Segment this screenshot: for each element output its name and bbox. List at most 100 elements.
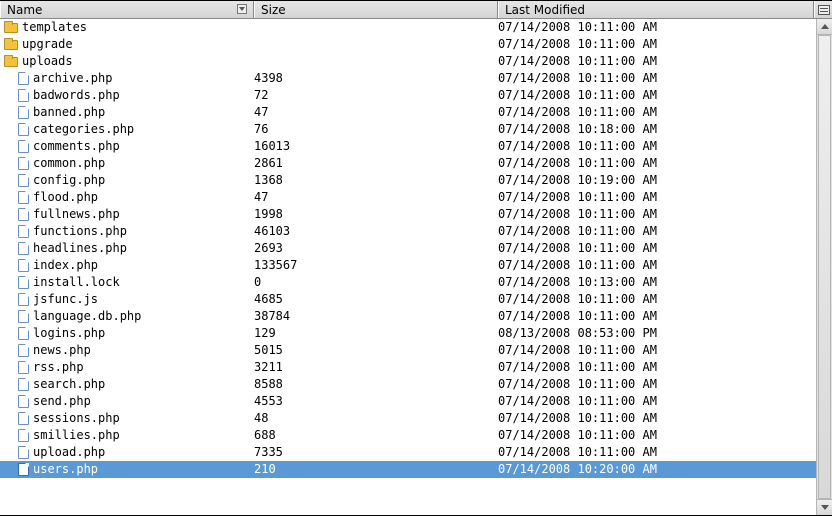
list-item[interactable]: templates07/14/2008 10:11:00 AM <box>0 19 816 36</box>
cell-size: 72 <box>254 87 498 104</box>
file-name: flood.php <box>33 189 98 206</box>
file-name: rss.php <box>33 359 84 376</box>
column-header-modified[interactable]: Last Modified <box>498 1 814 18</box>
list-item[interactable]: archive.php439807/14/2008 10:11:00 AM <box>0 70 816 87</box>
file-icon <box>18 327 29 340</box>
file-icon <box>18 378 29 391</box>
list-item[interactable]: headlines.php269307/14/2008 10:11:00 AM <box>0 240 816 257</box>
file-name: templates <box>22 19 87 36</box>
cell-size: 688 <box>254 427 498 444</box>
list-item[interactable]: logins.php12908/13/2008 08:53:00 PM <box>0 325 816 342</box>
cell-size: 76 <box>254 121 498 138</box>
scrollbar-thumb[interactable] <box>818 35 831 499</box>
column-header-name[interactable]: Name <box>0 1 254 18</box>
cell-modified: 07/14/2008 10:11:00 AM <box>498 359 816 376</box>
cell-size: 7335 <box>254 444 498 461</box>
list-item[interactable]: comments.php1601307/14/2008 10:11:00 AM <box>0 138 816 155</box>
list-item[interactable]: smillies.php68807/14/2008 10:11:00 AM <box>0 427 816 444</box>
cell-name: categories.php <box>0 121 254 138</box>
cell-modified: 07/14/2008 10:11:00 AM <box>498 342 816 359</box>
cell-modified: 07/14/2008 10:11:00 AM <box>498 70 816 87</box>
cell-size: 38784 <box>254 308 498 325</box>
cell-modified: 07/14/2008 10:11:00 AM <box>498 291 816 308</box>
list-item[interactable]: news.php501507/14/2008 10:11:00 AM <box>0 342 816 359</box>
list-item[interactable]: fullnews.php199807/14/2008 10:11:00 AM <box>0 206 816 223</box>
cell-modified: 07/14/2008 10:11:00 AM <box>498 138 816 155</box>
file-name: logins.php <box>33 325 105 342</box>
scroll-down-button[interactable] <box>817 499 832 515</box>
file-name: banned.php <box>33 104 105 121</box>
list-body: templates07/14/2008 10:11:00 AMupgrade07… <box>0 19 832 515</box>
column-header-size[interactable]: Size <box>254 1 498 18</box>
list-item[interactable]: rss.php321107/14/2008 10:11:00 AM <box>0 359 816 376</box>
file-icon <box>18 463 29 476</box>
cell-size: 210 <box>254 461 498 478</box>
list-item[interactable]: banned.php4707/14/2008 10:11:00 AM <box>0 104 816 121</box>
file-icon <box>18 344 29 357</box>
list-item[interactable]: badwords.php7207/14/2008 10:11:00 AM <box>0 87 816 104</box>
cell-size: 2861 <box>254 155 498 172</box>
file-icon <box>18 72 29 85</box>
column-header-modified-label: Last Modified <box>505 3 585 17</box>
cell-modified: 07/14/2008 10:11:00 AM <box>498 87 816 104</box>
cell-modified: 07/14/2008 10:11:00 AM <box>498 155 816 172</box>
scroll-up-button[interactable] <box>817 19 832 35</box>
file-name: fullnews.php <box>33 206 120 223</box>
column-chooser-button[interactable] <box>814 1 832 18</box>
file-icon <box>18 293 29 306</box>
file-name: config.php <box>33 172 105 189</box>
list-item[interactable]: search.php858807/14/2008 10:11:00 AM <box>0 376 816 393</box>
file-name: index.php <box>33 257 98 274</box>
cell-name: index.php <box>0 257 254 274</box>
cell-modified: 07/14/2008 10:18:00 AM <box>498 121 816 138</box>
list-item[interactable]: categories.php7607/14/2008 10:18:00 AM <box>0 121 816 138</box>
cell-modified: 08/13/2008 08:53:00 PM <box>498 325 816 342</box>
file-list[interactable]: templates07/14/2008 10:11:00 AMupgrade07… <box>0 19 816 515</box>
file-icon <box>18 89 29 102</box>
cell-name: upgrade <box>0 36 254 53</box>
scrollbar-track[interactable] <box>817 35 832 499</box>
cell-size <box>254 19 498 36</box>
file-name: upgrade <box>22 36 73 53</box>
file-icon <box>18 123 29 136</box>
cell-modified: 07/14/2008 10:11:00 AM <box>498 393 816 410</box>
file-name: language.db.php <box>33 308 141 325</box>
cell-name: smillies.php <box>0 427 254 444</box>
cell-size <box>254 36 498 53</box>
cell-modified: 07/14/2008 10:20:00 AM <box>498 461 816 478</box>
cell-size <box>254 53 498 70</box>
file-icon <box>18 191 29 204</box>
list-item[interactable]: language.db.php3878407/14/2008 10:11:00 … <box>0 308 816 325</box>
list-item[interactable]: sessions.php4807/14/2008 10:11:00 AM <box>0 410 816 427</box>
list-item[interactable]: config.php136807/14/2008 10:19:00 AM <box>0 172 816 189</box>
list-item[interactable]: common.php286107/14/2008 10:11:00 AM <box>0 155 816 172</box>
file-name: news.php <box>33 342 91 359</box>
file-icon <box>18 310 29 323</box>
file-icon <box>18 259 29 272</box>
list-item[interactable]: upgrade07/14/2008 10:11:00 AM <box>0 36 816 53</box>
list-item[interactable]: uploads07/14/2008 10:11:00 AM <box>0 53 816 70</box>
cell-size: 1368 <box>254 172 498 189</box>
list-item[interactable]: send.php455307/14/2008 10:11:00 AM <box>0 393 816 410</box>
cell-name: install.lock <box>0 274 254 291</box>
list-item[interactable]: functions.php4610307/14/2008 10:11:00 AM <box>0 223 816 240</box>
file-name: uploads <box>22 53 73 70</box>
cell-modified: 07/14/2008 10:11:00 AM <box>498 189 816 206</box>
cell-name: news.php <box>0 342 254 359</box>
cell-name: uploads <box>0 53 254 70</box>
list-item[interactable]: index.php13356707/14/2008 10:11:00 AM <box>0 257 816 274</box>
list-item[interactable]: flood.php4707/14/2008 10:11:00 AM <box>0 189 816 206</box>
file-icon <box>18 157 29 170</box>
cell-size: 46103 <box>254 223 498 240</box>
list-item[interactable]: users.php21007/14/2008 10:20:00 AM <box>0 461 816 478</box>
vertical-scrollbar[interactable] <box>816 19 832 515</box>
cell-size: 4398 <box>254 70 498 87</box>
chevron-down-icon <box>821 505 829 510</box>
file-icon <box>18 106 29 119</box>
cell-modified: 07/14/2008 10:11:00 AM <box>498 410 816 427</box>
file-name: sessions.php <box>33 410 120 427</box>
list-item[interactable]: install.lock007/14/2008 10:13:00 AM <box>0 274 816 291</box>
list-item[interactable]: jsfunc.js468507/14/2008 10:11:00 AM <box>0 291 816 308</box>
cell-name: search.php <box>0 376 254 393</box>
list-item[interactable]: upload.php733507/14/2008 10:11:00 AM <box>0 444 816 461</box>
